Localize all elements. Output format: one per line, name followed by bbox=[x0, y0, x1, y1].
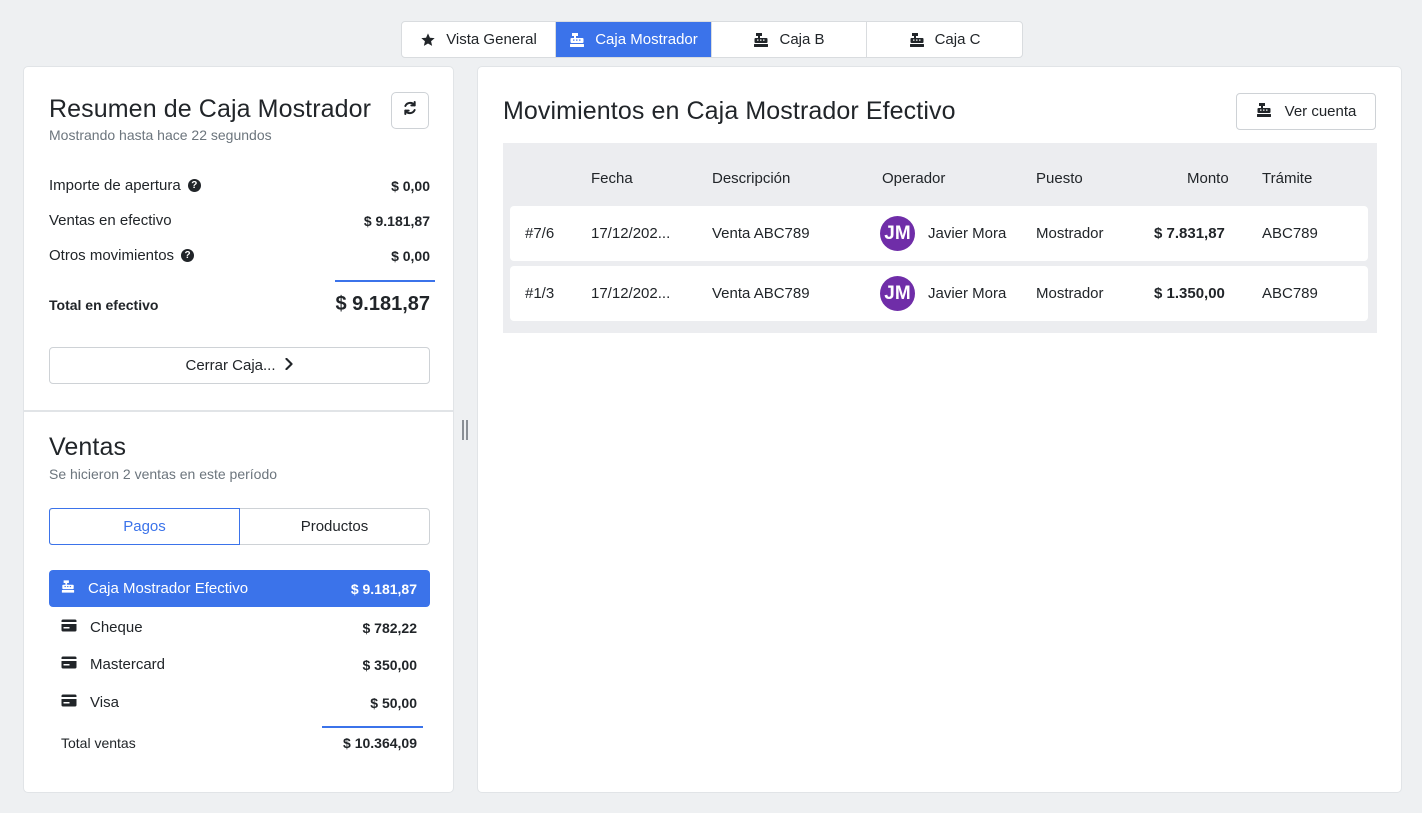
apertura-value: $ 0,00 bbox=[391, 177, 430, 194]
payment-row-visa[interactable]: Visa $ 50,00 bbox=[49, 684, 430, 721]
total-underline bbox=[322, 726, 423, 728]
credit-card-icon bbox=[61, 619, 77, 636]
credit-card-icon bbox=[61, 694, 77, 711]
total-efectivo-label: Total en efectivo bbox=[49, 296, 159, 313]
tab-vista-general[interactable]: Vista General bbox=[402, 22, 556, 57]
movimientos-panel: Movimientos en Caja Mostrador Efectivo V… bbox=[477, 66, 1402, 793]
column-header-fecha[interactable]: Fecha bbox=[591, 170, 633, 187]
panel-resize-handle[interactable] bbox=[461, 420, 469, 440]
ventas-title: Ventas bbox=[49, 433, 127, 461]
total-ventas-value: $ 10.364,09 bbox=[343, 735, 417, 751]
column-header-monto[interactable]: Monto bbox=[1187, 170, 1229, 187]
resumen-subtitle: Mostrando hasta hace 22 segundos bbox=[49, 127, 272, 143]
apertura-label: Importe de apertura bbox=[49, 177, 181, 194]
cash-register-icon bbox=[909, 32, 925, 48]
payment-label: Cheque bbox=[90, 619, 143, 636]
row-fecha: 17/12/202... bbox=[591, 285, 671, 302]
help-icon[interactable]: ? bbox=[181, 249, 195, 262]
row-monto: $ 1.350,00 bbox=[1154, 285, 1225, 302]
caja-tabs: Vista General Caja Mostrador Caja B Caja… bbox=[401, 21, 1023, 58]
cash-register-icon bbox=[61, 579, 75, 598]
tab-caja-mostrador[interactable]: Caja Mostrador bbox=[556, 22, 712, 57]
row-puesto: Mostrador bbox=[1036, 225, 1104, 242]
payment-value: $ 50,00 bbox=[370, 694, 417, 711]
avatar: JM bbox=[880, 216, 915, 251]
row-fecha: 17/12/202... bbox=[591, 225, 671, 242]
resumen-title: Resumen de Caja Mostrador bbox=[49, 95, 372, 123]
operador-name: Javier Mora bbox=[928, 285, 1007, 302]
column-header-puesto[interactable]: Puesto bbox=[1036, 170, 1083, 187]
payment-label: Visa bbox=[90, 694, 119, 711]
avatar: JM bbox=[880, 276, 915, 311]
cash-register-icon bbox=[569, 32, 585, 48]
apertura-row: Importe de apertura? $ 0,00 bbox=[49, 177, 430, 194]
ventas-efectivo-row: Ventas en efectivo $ 9.181,87 bbox=[49, 212, 430, 229]
tab-label: Caja C bbox=[934, 31, 981, 48]
row-id: #1/3 bbox=[525, 285, 555, 302]
refresh-button[interactable] bbox=[391, 92, 429, 129]
cerrar-caja-label: Cerrar Caja... bbox=[185, 357, 276, 374]
star-icon bbox=[420, 32, 436, 48]
chevron-right-icon bbox=[284, 357, 294, 374]
otros-movimientos-label: Otros movimientos bbox=[49, 247, 175, 264]
cash-register-icon bbox=[1256, 102, 1272, 122]
tab-caja-b[interactable]: Caja B bbox=[712, 22, 867, 57]
tab-pagos[interactable]: Pagos bbox=[49, 508, 240, 545]
payment-label: Caja Mostrador Efectivo bbox=[88, 580, 249, 597]
otros-movimientos-value: $ 0,00 bbox=[391, 247, 430, 264]
row-operador: JM Javier Mora bbox=[880, 206, 1006, 261]
payment-value: $ 350,00 bbox=[362, 656, 418, 673]
total-underline bbox=[335, 280, 435, 282]
ver-cuenta-label: Ver cuenta bbox=[1284, 103, 1357, 120]
operador-name: Javier Mora bbox=[928, 225, 1007, 242]
ventas-efectivo-label: Ventas en efectivo bbox=[49, 212, 172, 229]
payment-row-caja-mostrador-efectivo[interactable]: Caja Mostrador Efectivo $ 9.181,87 bbox=[49, 570, 430, 607]
table-row[interactable]: #1/3 17/12/202... Venta ABC789 JM Javier… bbox=[510, 266, 1368, 321]
row-id: #7/6 bbox=[525, 225, 555, 242]
tab-label: Vista General bbox=[446, 31, 537, 48]
ventas-efectivo-value: $ 9.181,87 bbox=[363, 212, 430, 229]
total-efectivo-row: Total en efectivo $ 9.181,87 bbox=[49, 293, 430, 316]
tab-label: Caja B bbox=[779, 31, 825, 48]
table-row[interactable]: #7/6 17/12/202... Venta ABC789 JM Javier… bbox=[510, 206, 1368, 261]
row-operador: JM Javier Mora bbox=[880, 266, 1006, 321]
refresh-icon bbox=[402, 100, 418, 121]
resumen-panel: Resumen de Caja Mostrador Mostrando hast… bbox=[23, 66, 454, 793]
total-ventas-label: Total ventas bbox=[61, 735, 136, 751]
movimientos-table: Fecha Descripción Operador Puesto Monto … bbox=[503, 143, 1377, 333]
tab-label: Caja Mostrador bbox=[595, 31, 698, 48]
total-efectivo-value: $ 9.181,87 bbox=[335, 293, 430, 315]
column-header-tramite[interactable]: Trámite bbox=[1262, 170, 1312, 187]
row-tramite: ABC789 bbox=[1262, 285, 1318, 302]
row-descripcion: Venta ABC789 bbox=[712, 285, 810, 302]
row-puesto: Mostrador bbox=[1036, 285, 1104, 302]
payment-row-cheque[interactable]: Cheque $ 782,22 bbox=[49, 609, 430, 646]
ventas-tabs: Pagos Productos bbox=[49, 508, 430, 545]
payment-row-mastercard[interactable]: Mastercard $ 350,00 bbox=[49, 646, 430, 683]
ventas-subtitle: Se hicieron 2 ventas en este período bbox=[49, 466, 278, 482]
tab-productos[interactable]: Productos bbox=[240, 509, 429, 544]
column-header-operador[interactable]: Operador bbox=[882, 170, 945, 187]
total-ventas-row: Total ventas $ 10.364,09 bbox=[61, 735, 417, 751]
payment-value: $ 9.181,87 bbox=[350, 580, 417, 597]
help-icon[interactable]: ? bbox=[187, 179, 201, 192]
cash-register-icon bbox=[753, 32, 769, 48]
otros-movimientos-row: Otros movimientos? $ 0,00 bbox=[49, 247, 430, 264]
cerrar-caja-button[interactable]: Cerrar Caja... bbox=[49, 347, 430, 384]
movimientos-title: Movimientos en Caja Mostrador Efectivo bbox=[503, 97, 956, 125]
ver-cuenta-button[interactable]: Ver cuenta bbox=[1236, 93, 1376, 130]
credit-card-icon bbox=[61, 656, 77, 673]
row-tramite: ABC789 bbox=[1262, 225, 1318, 242]
tab-caja-c[interactable]: Caja C bbox=[867, 22, 1022, 57]
row-monto: $ 7.831,87 bbox=[1154, 225, 1225, 242]
row-descripcion: Venta ABC789 bbox=[712, 225, 810, 242]
payment-label: Mastercard bbox=[90, 656, 166, 673]
column-header-descripcion[interactable]: Descripción bbox=[712, 170, 790, 187]
payment-value: $ 782,22 bbox=[362, 619, 418, 636]
section-divider bbox=[24, 410, 453, 412]
